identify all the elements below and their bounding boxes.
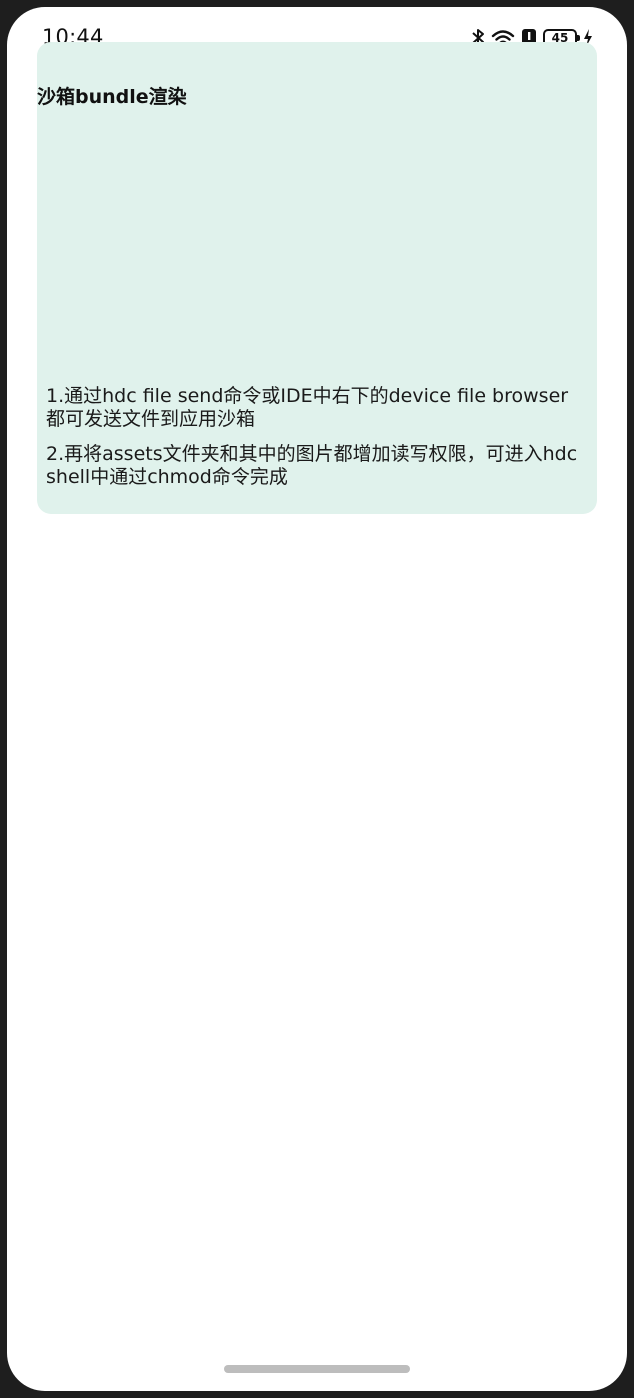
- instruction-step-1: 1.通过hdc file send命令或IDE中右下的device file b…: [46, 385, 569, 430]
- home-indicator[interactable]: [224, 1365, 410, 1373]
- phone-screen: 10:44 45 沙箱bundle渲染 1.通过hdc file send命令或…: [7, 7, 627, 1391]
- sandbox-bundle-card: 沙箱bundle渲染 1.通过hdc file send命令或IDE中右下的de…: [37, 42, 597, 514]
- card-title: 沙箱bundle渲染: [37, 86, 187, 108]
- instruction-step-2: 2.再将assets文件夹和其中的图片都增加读写权限，可进入hdc shell中…: [46, 443, 578, 488]
- instructions-list: 1.通过hdc file send命令或IDE中右下的device file b…: [46, 385, 586, 501]
